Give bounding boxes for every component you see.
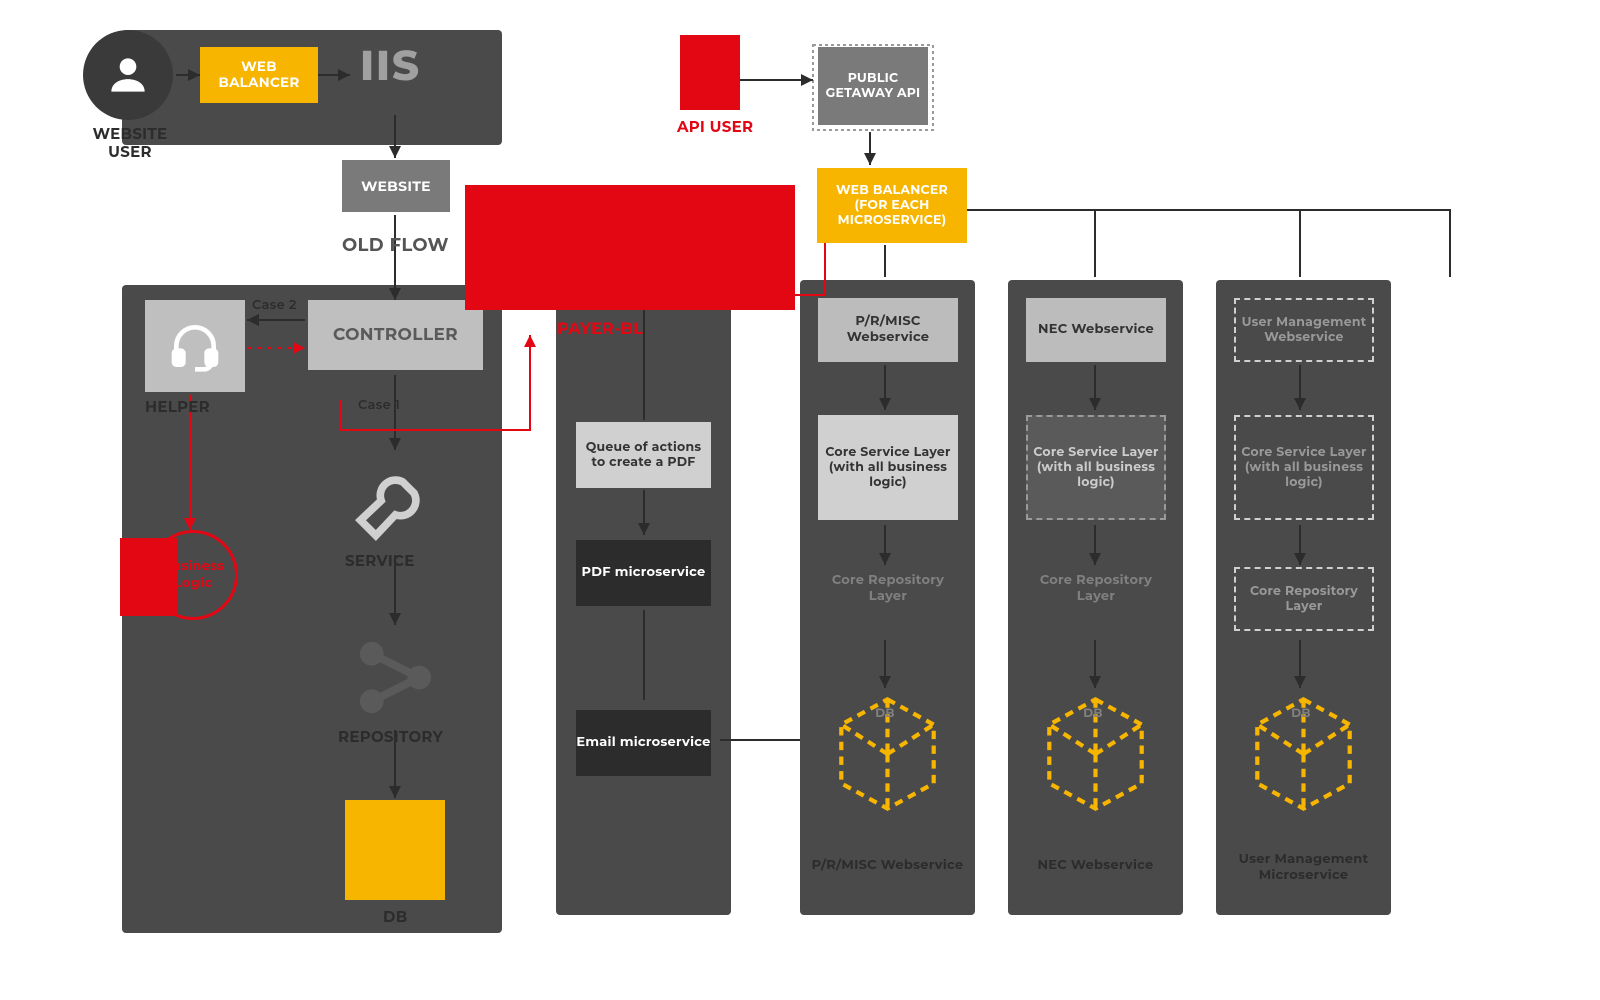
website-user-icon [83, 30, 173, 120]
website-box: WEBSITE [342, 160, 450, 212]
helper-box [145, 300, 245, 392]
ms1-webservice-label: P/R/MISC Webservice [822, 314, 954, 345]
ms1-footer-label: P/R/MISC Webservice [800, 858, 975, 874]
payer-bl-box [465, 185, 795, 310]
ms2-webservice: NEC Webservice [1026, 298, 1166, 362]
case2-label: Case 2 [252, 298, 297, 314]
headset-icon [167, 318, 223, 374]
pdf-queue-box: Queue of actions to create a PDF [576, 422, 711, 488]
payer-bl-label: PAYER-BL [557, 320, 643, 339]
db-label: DB [383, 908, 407, 926]
ms2-core-service-label: Core Service Layer (with all business lo… [1032, 445, 1160, 490]
repository-icon [348, 630, 443, 725]
api-user-box [680, 35, 740, 110]
ms2-core-repo-label: Core Repository Layer [1026, 573, 1166, 604]
ms3-footer-label: User Management Microservice [1216, 852, 1391, 883]
ms1-webservice: P/R/MISC Webservice [818, 298, 958, 362]
db-box [345, 800, 445, 900]
ms3-core-repo: Core Repository Layer [1234, 567, 1374, 631]
business-logic-circle: Business Logic [148, 530, 238, 620]
ms3-webservice-label: User Management Webservice [1240, 315, 1368, 345]
case1-label: Case 1 [358, 398, 400, 414]
email-microservice-label: Email microservice [576, 735, 710, 751]
public-gateway-label: PUBLIC GETAWAY API [818, 71, 928, 101]
ms3-core-service-label: Core Service Layer (with all business lo… [1240, 445, 1368, 490]
repository-label: REPOSITORY [338, 728, 443, 746]
web-balancer-box: WEB BALANCER [200, 47, 318, 103]
web-balancer-2-label: WEB BALANCER (FOR EACH MICROSERVICE) [823, 183, 961, 228]
ms2-webservice-label: NEC Webservice [1038, 322, 1154, 338]
web-balancer-label: WEB BALANCER [200, 59, 318, 91]
api-user-label: API USER [677, 118, 753, 136]
email-microservice-box: Email microservice [576, 710, 711, 776]
public-gateway-box: PUBLIC GETAWAY API [818, 47, 928, 125]
controller-box: CONTROLLER [308, 300, 483, 370]
pdf-queue-label: Queue of actions to create a PDF [580, 440, 707, 470]
pdf-microservice-box: PDF microservice [576, 540, 711, 606]
service-box [345, 455, 445, 547]
ms2-db-label: DB [1068, 707, 1118, 721]
ms1-core-repo-label: Core Repository Layer [818, 573, 958, 604]
controller-label: CONTROLLER [333, 325, 458, 345]
ms1-core-service: Core Service Layer (with all business lo… [818, 415, 958, 520]
wrench-icon [345, 455, 445, 547]
iis-label: IIS [360, 40, 421, 90]
ms2-footer-label: NEC Webservice [1008, 858, 1183, 874]
ms3-core-service: Core Service Layer (with all business lo… [1234, 415, 1374, 520]
ms3-core-repo-label: Core Repository Layer [1240, 584, 1368, 614]
helper-label: HELPER [145, 398, 210, 416]
architecture-diagram: WEBSITE USER WEB BALANCER IIS WEBSITE OL… [0, 0, 1600, 1000]
business-logic-label: Business Logic [151, 558, 235, 592]
website-label: WEBSITE [361, 178, 431, 195]
ms1-db-label: DB [860, 707, 910, 721]
old-flow-label: OLD FLOW [342, 235, 449, 257]
ms3-webservice: User Management Webservice [1234, 298, 1374, 362]
website-user-label: WEBSITE USER [70, 125, 190, 161]
ms1-core-service-label: Core Service Layer (with all business lo… [822, 445, 954, 490]
service-label: SERVICE [345, 552, 415, 570]
ms3-db-label: DB [1276, 707, 1326, 721]
pdf-microservice-label: PDF microservice [582, 565, 706, 581]
web-balancer-2-box: WEB BALANCER (FOR EACH MICROSERVICE) [817, 168, 967, 243]
ms2-core-service: Core Service Layer (with all business lo… [1026, 415, 1166, 520]
